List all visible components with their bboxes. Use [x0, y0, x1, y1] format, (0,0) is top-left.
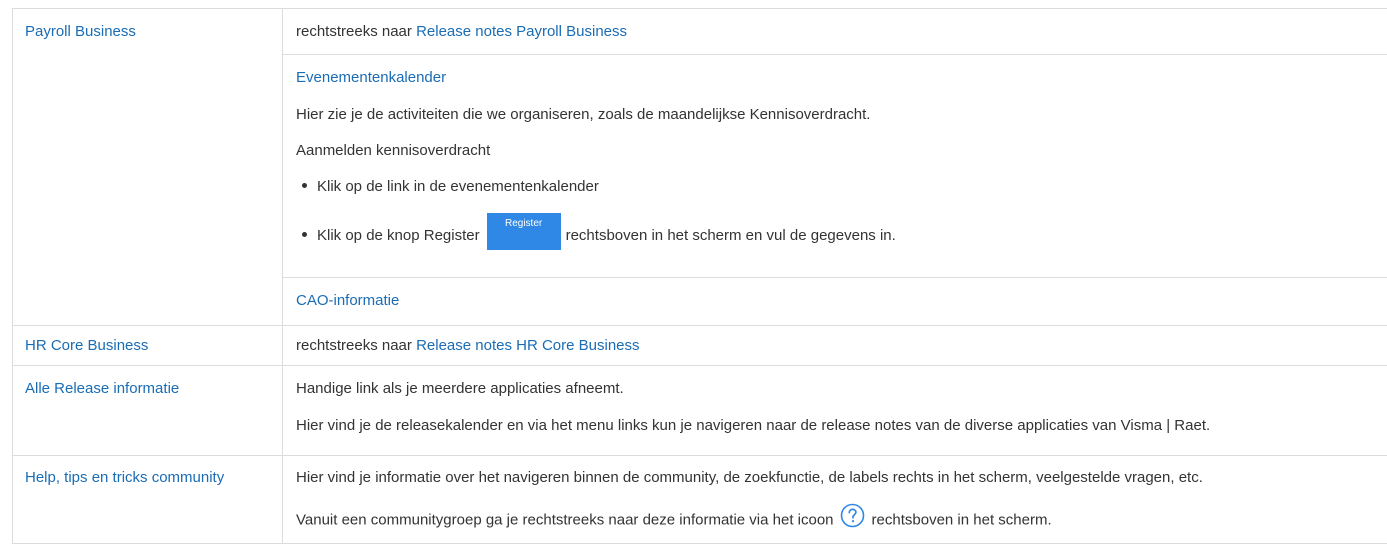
- table-row-help: Help, tips en tricks community Hier vind…: [12, 455, 1387, 544]
- payroll-intro-prefix: rechtstreeks naar: [296, 23, 417, 40]
- link-help-tips-tricks[interactable]: Help, tips en tricks community: [13, 456, 282, 486]
- bullet-2-prefix: Klik op de knop Register: [317, 227, 480, 244]
- list-item-bullet-2: Klik op de knop Register Registerrechtsbo…: [283, 195, 1387, 264]
- cell-payroll-content: rechtstreeks naar Release notes Payroll …: [282, 8, 1387, 326]
- help-line-2-suffix: rechtsboven in het scherm.: [871, 511, 1052, 529]
- cell-payroll-label: Payroll Business: [12, 8, 283, 326]
- register-button-image: Register: [486, 213, 561, 250]
- link-release-notes-payroll[interactable]: Release notes Payroll Business: [416, 23, 627, 40]
- hrcore-intro-line: rechtstreeks naar Release notes HR Core …: [283, 326, 1387, 354]
- hrcore-intro-prefix: rechtstreeks naar: [296, 337, 417, 354]
- release-line-1: Handige link als je meerdere applicaties…: [296, 380, 624, 397]
- bullet-dot: [302, 182, 307, 188]
- table-row-release: Alle Release informatie Handige link als…: [12, 365, 1387, 456]
- bullet-dot: [302, 231, 307, 237]
- cell-release-content: Handige link als je meerdere applicaties…: [282, 365, 1387, 456]
- release-line-2: Hier vind je de releasekalender en via h…: [296, 417, 1211, 434]
- help-line-1: Hier vind je informatie over het naviger…: [296, 469, 1203, 486]
- cell-help-content: Hier vind je informatie over het naviger…: [282, 455, 1387, 544]
- signup-title: Aanmelden kennisoverdracht: [296, 142, 491, 159]
- link-release-notes-hrcore[interactable]: Release notes HR Core Business: [416, 337, 639, 354]
- bullet-1-text: Klik op de link in de evenementenkalende…: [317, 178, 599, 195]
- link-hr-core-business[interactable]: HR Core Business: [13, 326, 282, 354]
- info-table: Payroll Business rechtstreeks naar Relea…: [12, 8, 1387, 544]
- cell-hrcore-content: rechtstreeks naar Release notes HR Core …: [282, 325, 1387, 366]
- list-item-bullet-1: Klik op de link in de evenementenkalende…: [283, 159, 1387, 195]
- payroll-intro-section: rechtstreeks naar Release notes Payroll …: [283, 9, 1387, 55]
- link-evenementenkalender[interactable]: Evenementenkalender: [283, 55, 1387, 86]
- link-payroll-business[interactable]: Payroll Business: [13, 9, 282, 40]
- cell-release-label: Alle Release informatie: [12, 365, 283, 456]
- link-cao-informatie[interactable]: CAO-informatie: [283, 278, 1387, 309]
- page: Payroll Business rechtstreeks naar Relea…: [0, 0, 1387, 551]
- help-line-2-prefix: Vanuit een communitygroep ga je rechtstr…: [296, 511, 834, 529]
- table-row-payroll: Payroll Business rechtstreeks naar Relea…: [12, 8, 1387, 326]
- question-circle-icon: [840, 503, 865, 528]
- cell-hrcore-label: HR Core Business: [12, 325, 283, 366]
- link-alle-release-informatie[interactable]: Alle Release informatie: [13, 366, 282, 397]
- payroll-intro-line: rechtstreeks naar Release notes Payroll …: [283, 9, 1387, 40]
- cell-help-label: Help, tips en tricks community: [12, 455, 283, 544]
- bullet-2-suffix: rechtsboven in het scherm en vul de gege…: [565, 227, 896, 244]
- payroll-events-section: Evenementenkalender Hier zie je de activ…: [283, 55, 1387, 278]
- table-row-hrcore: HR Core Business rechtstreeks naar Relea…: [12, 325, 1387, 366]
- help-line-2: Vanuit een communitygroep ga je rechtstr…: [283, 486, 1387, 533]
- events-description: Hier zie je de activiteiten die we organ…: [296, 106, 871, 123]
- payroll-cao-section: CAO-informatie: [283, 278, 1387, 325]
